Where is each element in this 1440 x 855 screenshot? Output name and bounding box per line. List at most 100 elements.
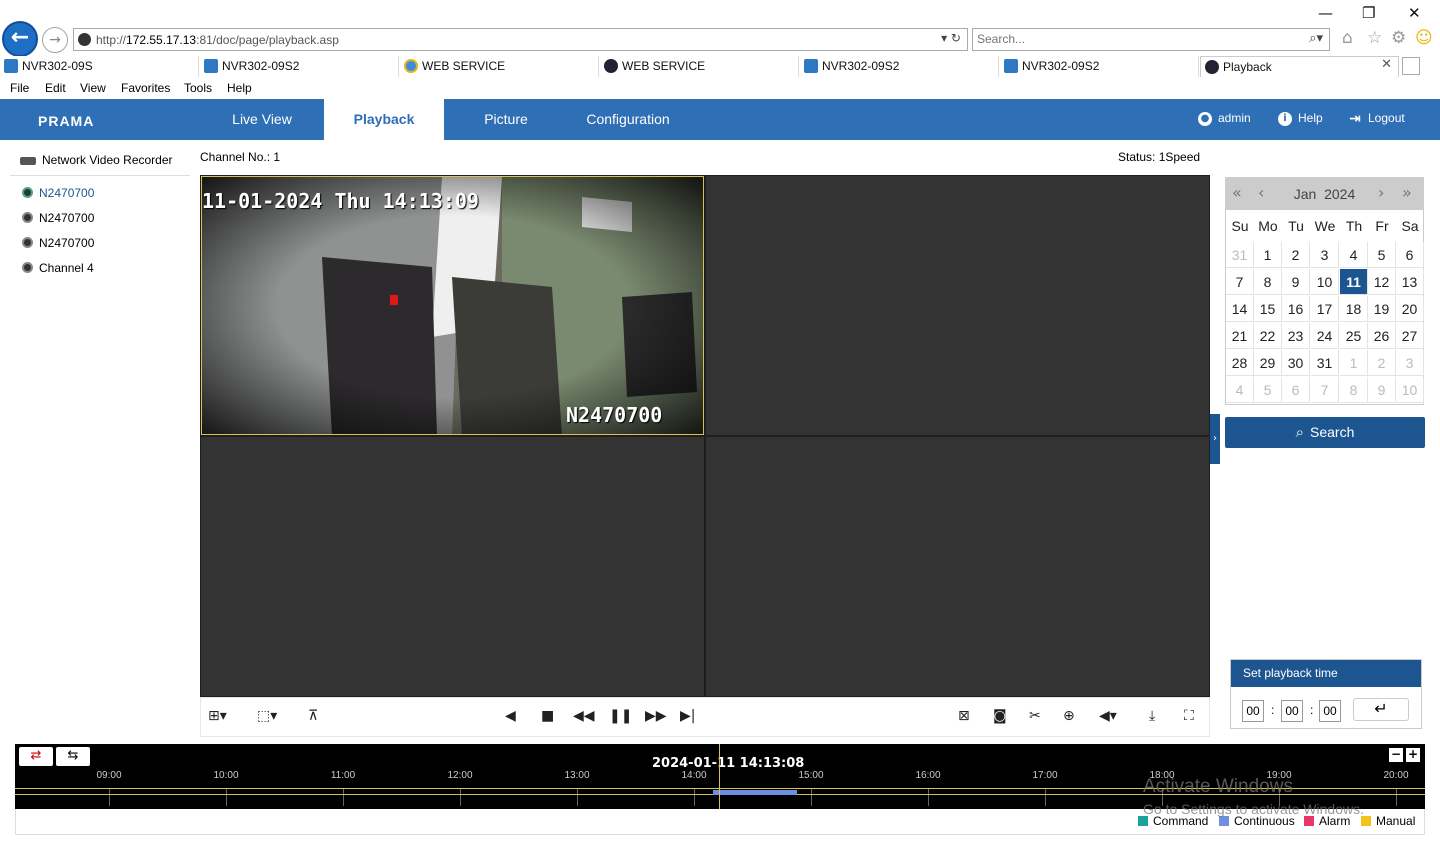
calendar-day[interactable]: 17 [1311, 296, 1339, 322]
minute-field[interactable]: 00 [1281, 700, 1303, 722]
search-button[interactable]: ⌕ Search [1225, 417, 1425, 448]
video-window-1[interactable]: 11-01-2024 Thu 14:13:09 N2470700 [201, 176, 704, 435]
recording-segment[interactable] [713, 790, 797, 795]
calendar-day[interactable]: 24 [1311, 323, 1339, 349]
calendar-day[interactable]: 31 [1226, 242, 1254, 268]
calendar-day[interactable]: 9 [1368, 377, 1396, 403]
second-field[interactable]: 00 [1319, 700, 1341, 722]
calendar-day[interactable]: 9 [1282, 269, 1310, 295]
calendar-day[interactable]: 10 [1396, 377, 1424, 403]
calendar-day[interactable]: 20 [1396, 296, 1424, 322]
help-link[interactable]: i Help [1278, 111, 1323, 126]
calendar-day[interactable]: 27 [1396, 323, 1424, 349]
calendar-day[interactable]: 6 [1396, 242, 1424, 268]
user-menu[interactable]: ● admin [1198, 111, 1251, 126]
menu-help[interactable]: Help [227, 81, 252, 95]
calendar-day[interactable]: 15 [1254, 296, 1282, 322]
reverse-play-icon[interactable]: ◀ [505, 708, 516, 724]
zoom-out-icon[interactable]: − [1389, 748, 1403, 762]
calendar-day[interactable]: 11 [1340, 269, 1368, 295]
video-window-2[interactable] [706, 176, 1209, 435]
calendar-day[interactable]: 14 [1226, 296, 1254, 322]
browser-tab[interactable]: NVR302-09S2 [1000, 56, 1199, 77]
timeline-sync-icon[interactable]: ⇄ [19, 747, 53, 766]
video-window-3[interactable] [201, 437, 704, 696]
address-bar[interactable]: http://172.55.17.13:81/doc/page/playback… [73, 28, 968, 51]
calendar-day[interactable]: 1 [1254, 242, 1282, 268]
forward-button[interactable]: → [42, 27, 68, 53]
calendar-day[interactable]: 21 [1226, 323, 1254, 349]
gear-icon[interactable]: ⚙ [1391, 28, 1406, 48]
browser-tab[interactable]: WEB SERVICE [600, 56, 799, 77]
calendar-day[interactable]: 18 [1340, 296, 1368, 322]
timeline-settings-icon[interactable]: ⇆ [56, 747, 90, 766]
stop-all-icon[interactable]: ⊠ [958, 708, 970, 724]
nav-picture[interactable]: Picture [446, 99, 566, 140]
calendar-day[interactable]: 19 [1368, 296, 1396, 322]
smiley-icon[interactable]: ☺ [1415, 28, 1433, 48]
calendar-day[interactable]: 8 [1254, 269, 1282, 295]
calendar-day[interactable]: 25 [1340, 323, 1368, 349]
calendar-day[interactable]: 7 [1226, 269, 1254, 295]
menu-file[interactable]: File [10, 81, 29, 95]
calendar-day[interactable]: 1 [1340, 350, 1368, 376]
browser-tab[interactable]: WEB SERVICE [400, 56, 599, 77]
favorites-star-icon[interactable]: ☆ [1367, 28, 1382, 48]
calendar-day[interactable]: 23 [1282, 323, 1310, 349]
new-tab-button[interactable] [1402, 57, 1420, 75]
logout-link[interactable]: ⇥ Logout [1348, 111, 1405, 126]
clip-scissors-icon[interactable]: ✂ [1029, 708, 1041, 724]
tree-item-channel-4[interactable]: Channel 4 [22, 261, 94, 275]
close-icon[interactable]: ✕ [1408, 4, 1421, 22]
back-button[interactable]: ← [2, 21, 38, 57]
calendar-day[interactable]: 2 [1282, 242, 1310, 268]
nav-live-view[interactable]: Live View [202, 99, 322, 140]
browser-tab[interactable]: NVR302-09S [0, 56, 199, 77]
search-icon[interactable]: ⌕▾ [1309, 31, 1323, 46]
tree-item-channel-3[interactable]: N2470700 [22, 236, 94, 250]
home-icon[interactable]: ⌂ [1342, 28, 1353, 48]
zoom-in-icon[interactable]: + [1406, 748, 1420, 762]
calendar-day[interactable]: 31 [1311, 350, 1339, 376]
speed-up-icon[interactable]: ▶▶ [645, 708, 667, 724]
zoom-in-icon[interactable]: ⊕ [1063, 708, 1075, 724]
nav-playback[interactable]: Playback [324, 99, 444, 140]
image-adjust-icon[interactable]: ⊼ [308, 708, 318, 724]
calendar-day[interactable]: 22 [1254, 323, 1282, 349]
next-month-icon[interactable]: › [1378, 183, 1384, 202]
single-frame-icon[interactable]: ▶| [680, 708, 695, 724]
close-tab-icon[interactable]: ✕ [1381, 57, 1392, 72]
timeline-cursor[interactable] [719, 744, 720, 809]
audio-mute-icon[interactable]: ◀▾ [1099, 708, 1117, 724]
browser-tab[interactable]: NVR302-09S2 [800, 56, 999, 77]
calendar-day[interactable]: 6 [1282, 377, 1310, 403]
calendar-day[interactable]: 3 [1396, 350, 1424, 376]
calendar-day[interactable]: 5 [1368, 242, 1396, 268]
calendar-day[interactable]: 4 [1340, 242, 1368, 268]
calendar-day[interactable]: 8 [1340, 377, 1368, 403]
fullscreen-icon[interactable]: ⛶ [1184, 708, 1194, 724]
calendar-day[interactable]: 3 [1311, 242, 1339, 268]
browser-search[interactable]: ⌕▾ [972, 28, 1330, 51]
calendar-day[interactable]: 13 [1396, 269, 1424, 295]
calendar-day[interactable]: 12 [1368, 269, 1396, 295]
video-window-4[interactable] [706, 437, 1209, 696]
menu-favorites[interactable]: Favorites [121, 81, 170, 95]
download-icon[interactable]: ⤓ [1149, 708, 1155, 724]
browser-tab-active[interactable]: Playback ✕ [1200, 56, 1399, 77]
browser-search-input[interactable] [977, 32, 1277, 46]
calendar-day[interactable]: 26 [1368, 323, 1396, 349]
menu-tools[interactable]: Tools [184, 81, 212, 95]
menu-edit[interactable]: Edit [45, 81, 66, 95]
layout-grid-icon[interactable]: ⊞▾ [208, 708, 227, 724]
tree-item-channel-1[interactable]: N2470700 [22, 186, 94, 200]
calendar-day[interactable]: 16 [1282, 296, 1310, 322]
browser-tab[interactable]: NVR302-09S2 [200, 56, 399, 77]
refresh-icon[interactable]: ▾ ↻ [941, 31, 961, 45]
tree-root[interactable]: Network Video Recorder [20, 153, 173, 167]
calendar-day[interactable]: 30 [1282, 350, 1310, 376]
calendar-day[interactable]: 5 [1254, 377, 1282, 403]
menu-view[interactable]: View [80, 81, 106, 95]
calendar-day[interactable]: 2 [1368, 350, 1396, 376]
calendar-day[interactable]: 4 [1226, 377, 1254, 403]
